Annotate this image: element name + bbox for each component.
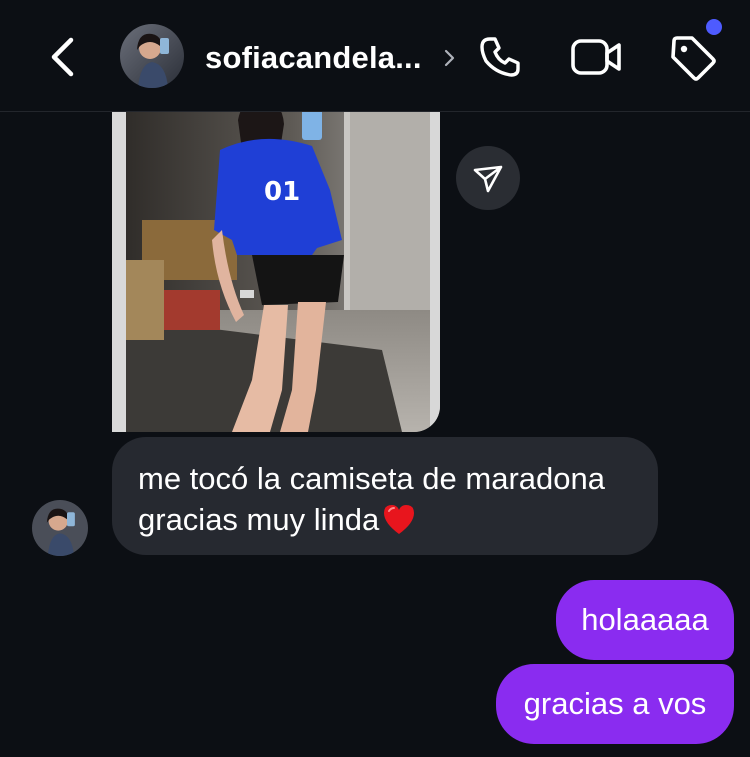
- notification-dot: [706, 19, 722, 35]
- share-button[interactable]: [456, 146, 520, 210]
- contact-username[interactable]: sofiacandela...: [205, 40, 422, 76]
- video-camera-icon[interactable]: [570, 35, 622, 79]
- incoming-message-bubble[interactable]: me tocó la camiseta de maradona gracias …: [112, 437, 658, 555]
- incoming-line-2: gracias muy linda: [138, 502, 380, 537]
- outgoing-message-bubble[interactable]: gracias a vos: [496, 664, 734, 744]
- incoming-message-text: me tocó la camiseta de maradona gracias …: [138, 458, 658, 540]
- shared-photo[interactable]: 01: [112, 90, 440, 432]
- contact-avatar[interactable]: [120, 24, 184, 88]
- send-icon: [473, 165, 503, 193]
- outgoing-message-text: holaaaaa: [581, 602, 709, 637]
- outgoing-message-bubble[interactable]: holaaaaa: [556, 580, 734, 660]
- back-chevron-icon[interactable]: [44, 34, 84, 80]
- outgoing-message-text: gracias a vos: [523, 686, 707, 721]
- red-heart-emoji: [384, 505, 415, 534]
- svg-text:01: 01: [264, 177, 300, 207]
- phone-icon[interactable]: [476, 33, 524, 81]
- sender-avatar[interactable]: [32, 500, 88, 556]
- incoming-line-1: me tocó la camiseta de maradona: [138, 461, 605, 496]
- tag-icon[interactable]: [668, 33, 718, 83]
- chevron-right-icon[interactable]: [442, 45, 458, 71]
- chat-header: sofiacandela...: [0, 0, 750, 112]
